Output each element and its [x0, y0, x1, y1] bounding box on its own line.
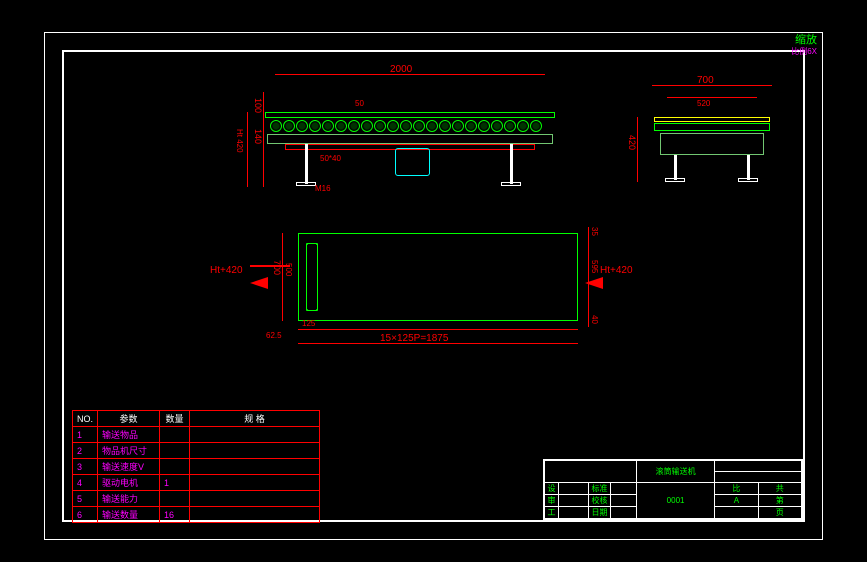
table-row: 1输送物品 [73, 427, 320, 443]
dim-line [298, 329, 578, 330]
side-body [660, 133, 764, 155]
leg [747, 155, 750, 180]
table-row: 4驱动电机1 [73, 475, 320, 491]
dim-e3: 40 [590, 315, 599, 324]
arrowhead-left [250, 277, 268, 289]
motor-unit [395, 148, 430, 176]
side-top [654, 117, 770, 122]
dim-spacer: 50 [355, 99, 364, 108]
roller-row [270, 120, 542, 132]
dim-side-inner: 520 [697, 99, 710, 108]
dim-plan-w1: 700 [272, 260, 282, 275]
drawing-sub: 0001 [637, 483, 715, 519]
side-roller [654, 123, 770, 131]
dim-h2: 140 [253, 129, 263, 144]
dim-length: 2000 [390, 64, 412, 75]
dim-rail: 50*40 [320, 154, 341, 163]
table-row: 3输送速度V [73, 459, 320, 475]
ext-line [588, 227, 589, 327]
drawing-title: 滚筒输送机 [637, 461, 715, 483]
dim-side-h: 420 [627, 135, 637, 150]
plan-outer [298, 233, 578, 321]
foot [501, 182, 521, 186]
dim-h1: 100 [253, 98, 263, 113]
dim-side-w: 700 [697, 75, 714, 86]
zoom-label: 缩放 [795, 35, 817, 46]
plan-label-right: Ht+420 [600, 265, 633, 276]
ext-line [637, 117, 638, 182]
dim-pitch: 15×125P=1875 [380, 333, 448, 344]
plan-label-left: Ht+420 [210, 265, 243, 276]
dim-e1: 35 [590, 227, 599, 236]
title-block: 滚筒输送机 设 标准 0001 比共 审 校核 A第 工 日期 页 [543, 459, 803, 520]
col-qty: 数量 [160, 411, 190, 427]
leg [305, 144, 308, 184]
ext-line [282, 233, 283, 321]
col-spec: 规 格 [190, 411, 320, 427]
dim-h3: Ht 420 [235, 129, 244, 153]
foot [296, 182, 316, 186]
dim-e5: 62.5 [266, 331, 282, 340]
frame-rail [267, 134, 553, 144]
scale-label: 比例6X [791, 48, 817, 56]
dim-e2: 595 [590, 260, 599, 273]
parts-table: NO. 参数 数量 规 格 1输送物品 2物品机尺寸 3输送速度V 4驱动电机1… [72, 410, 320, 523]
dim-bolt: M16 [315, 184, 331, 193]
top-plate [265, 112, 555, 118]
front-elevation: 2000 100 140 Ht 420 50*40 M16 50 [175, 74, 545, 204]
dim-e4: 125 [302, 319, 315, 328]
table-row: 6输送数量16 [73, 507, 320, 523]
leg [674, 155, 677, 180]
foot [738, 178, 758, 182]
leg [510, 144, 513, 184]
foot [665, 178, 685, 182]
col-param: 参数 [98, 411, 160, 427]
plan-view: Ht+420 Ht+420 700 500 35 595 40 125 62.5… [280, 225, 595, 350]
dim-line [667, 97, 757, 98]
ext-line [247, 112, 248, 187]
side-elevation: 700 520 420 [632, 85, 797, 200]
ext-line [263, 92, 264, 187]
dim-plan-w2: 500 [284, 263, 293, 276]
cad-viewport: 缩放 比例6X 2000 100 140 Ht 420 50*40 M16 50 [0, 0, 867, 562]
table-header-row: NO. 参数 数量 规 格 [73, 411, 320, 427]
table-row: 5输送能力 [73, 491, 320, 507]
table-row: 2物品机尺寸 [73, 443, 320, 459]
col-no: NO. [73, 411, 98, 427]
